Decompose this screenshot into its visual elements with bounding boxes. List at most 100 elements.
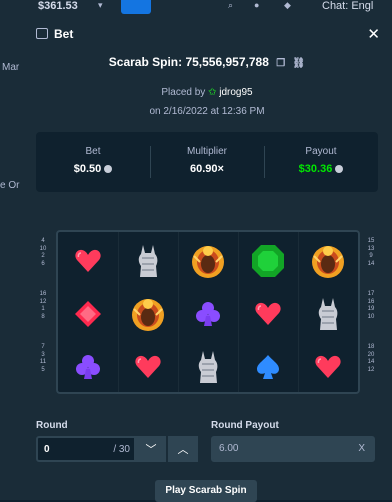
multiplier-value: 60.90× xyxy=(190,163,224,175)
balance-display[interactable]: $361.53 xyxy=(38,0,78,12)
search-icon[interactable]: ⌕ xyxy=(228,0,233,11)
payline-number: 5 xyxy=(41,366,45,373)
round-value: 0 xyxy=(44,444,50,455)
payline-number: 10 xyxy=(367,313,375,320)
bet-date: on 2/16/2022 at 12:36 PM xyxy=(149,106,265,117)
reel-divider xyxy=(238,232,239,392)
payline-number: 12 xyxy=(367,366,375,373)
reel-divider xyxy=(298,232,299,392)
payline-number: 19 xyxy=(367,306,375,312)
payline-number-group: 16 12 1 8 xyxy=(36,291,50,321)
coin-icon xyxy=(104,165,113,173)
jackal-symbol-icon xyxy=(298,287,358,340)
reel-divider xyxy=(178,232,179,392)
slot-board xyxy=(56,230,360,394)
scarab-symbol-icon xyxy=(178,234,238,287)
payline-number-group: 4 10 2 6 xyxy=(36,238,50,268)
round-payout-value: 6.00 xyxy=(219,443,239,454)
chevron-down-icon: ﹀ xyxy=(145,444,157,456)
club-symbol-icon xyxy=(178,287,238,340)
payline-number-group: 17 16 19 10 xyxy=(364,291,378,321)
payline-number: 9 xyxy=(369,253,373,259)
heart-symbol-icon xyxy=(298,340,358,393)
modal-title: Bet xyxy=(54,27,74,41)
heart-symbol-icon xyxy=(58,234,118,287)
payline-number: 14 xyxy=(367,260,375,267)
payline-number: 1 xyxy=(41,306,45,312)
bet-label: Bet xyxy=(85,146,101,157)
scarab-symbol-icon xyxy=(298,234,358,287)
bet-value: $0.50 xyxy=(73,163,102,175)
stats-panel: Bet $0.50 Multiplier 60.90× Payout $30.3… xyxy=(36,132,378,192)
round-payout-label: Round Payout xyxy=(211,420,279,431)
club-symbol-icon xyxy=(58,340,118,393)
clear-icon: X xyxy=(358,443,365,454)
placed-by-label: Placed by xyxy=(161,87,206,98)
payline-number: 20 xyxy=(367,351,375,358)
heart-symbol-icon xyxy=(238,287,298,340)
payline-number: 17 xyxy=(367,291,375,297)
payout-value: $30.36 xyxy=(298,163,333,175)
payline-number: 12 xyxy=(39,298,47,305)
payline-number-group: 7 3 11 5 xyxy=(36,344,50,374)
payline-number: 6 xyxy=(41,260,45,267)
chat-button[interactable]: Chat: Engl xyxy=(322,0,373,12)
emerald-symbol-icon xyxy=(238,234,298,287)
payline-number: 16 xyxy=(39,291,47,297)
link-icon[interactable]: ⛓ xyxy=(293,58,306,69)
slot-board-area: 4 10 2 6 16 12 1 8 7 3 11 5 15 13 9 14 17 16 19 10 18 20 14 12 xyxy=(26,224,388,408)
notification-icon[interactable]: ◆ xyxy=(284,0,291,11)
payline-number: 2 xyxy=(41,253,45,259)
background-sidebar xyxy=(0,22,22,500)
copy-icon[interactable]: ❐ xyxy=(276,58,285,69)
payout-label: Payout xyxy=(305,146,337,157)
heart-symbol-icon xyxy=(118,340,178,393)
jackal-symbol-icon xyxy=(178,340,238,393)
payline-number: 16 xyxy=(367,298,375,305)
top-bar: $361.53 ▾ ⌕ ● ◆ Chat: Engl xyxy=(0,0,392,22)
modal-header: Bet ✕ xyxy=(22,22,392,46)
multiplier-stat: Multiplier 60.90× xyxy=(150,132,264,192)
payline-number: 4 xyxy=(41,238,45,244)
chevron-down-icon[interactable]: ▾ xyxy=(98,0,103,11)
round-payout-field: 6.00 X xyxy=(211,436,375,462)
username-link[interactable]: jdrog95 xyxy=(219,87,252,98)
round-increment-button[interactable]: ︿ xyxy=(168,436,198,462)
placed-by-line: Placed by ✩ jdrog95 xyxy=(22,87,392,98)
game-id-text: Scarab Spin: 75,556,957,788 xyxy=(108,55,269,69)
diamond-symbol-icon xyxy=(58,287,118,340)
payline-number: 14 xyxy=(367,359,375,365)
payout-value-row: $30.36 xyxy=(264,163,378,175)
bet-icon xyxy=(36,28,48,39)
scarab-symbol-icon xyxy=(118,287,178,340)
payline-number-group: 15 13 9 14 xyxy=(364,238,378,268)
payline-number: 3 xyxy=(41,351,45,358)
bet-stat: Bet $0.50 xyxy=(36,132,150,192)
background-text: Mar xyxy=(2,62,20,73)
payline-number: 13 xyxy=(367,245,375,252)
payline-number: 11 xyxy=(39,359,47,365)
payline-number: 8 xyxy=(41,313,45,320)
vip-star-icon: ✩ xyxy=(208,87,217,98)
user-icon[interactable]: ● xyxy=(254,0,259,10)
wallet-button[interactable] xyxy=(121,0,151,14)
multiplier-label: Multiplier xyxy=(186,146,227,157)
close-icon[interactable]: ✕ xyxy=(367,25,380,43)
round-decrement-button[interactable]: ﹀ xyxy=(136,436,166,462)
round-total: / 30 xyxy=(113,444,130,455)
game-id-line: Scarab Spin: 75,556,957,788 ❐ ⛓ xyxy=(22,55,392,69)
payline-number: 10 xyxy=(39,245,47,252)
payline-number: 15 xyxy=(367,238,375,244)
spade-symbol-icon xyxy=(238,340,298,393)
bet-modal: Bet ✕ Scarab Spin: 75,556,957,788 ❐ ⛓ Pl… xyxy=(22,22,392,502)
background-text: e Or xyxy=(0,180,20,191)
payline-number: 7 xyxy=(41,344,45,350)
payline-number-group: 18 20 14 12 xyxy=(364,344,378,374)
play-scarab-spin-button[interactable]: Play Scarab Spin xyxy=(155,480,257,502)
round-input[interactable]: 0 / 30 xyxy=(36,436,136,462)
round-label: Round xyxy=(36,420,68,431)
chevron-up-icon: ︿ xyxy=(177,444,189,456)
payout-stat: Payout $30.36 xyxy=(264,132,378,192)
bet-value-row: $0.50 xyxy=(36,163,150,175)
coin-icon xyxy=(335,165,344,173)
